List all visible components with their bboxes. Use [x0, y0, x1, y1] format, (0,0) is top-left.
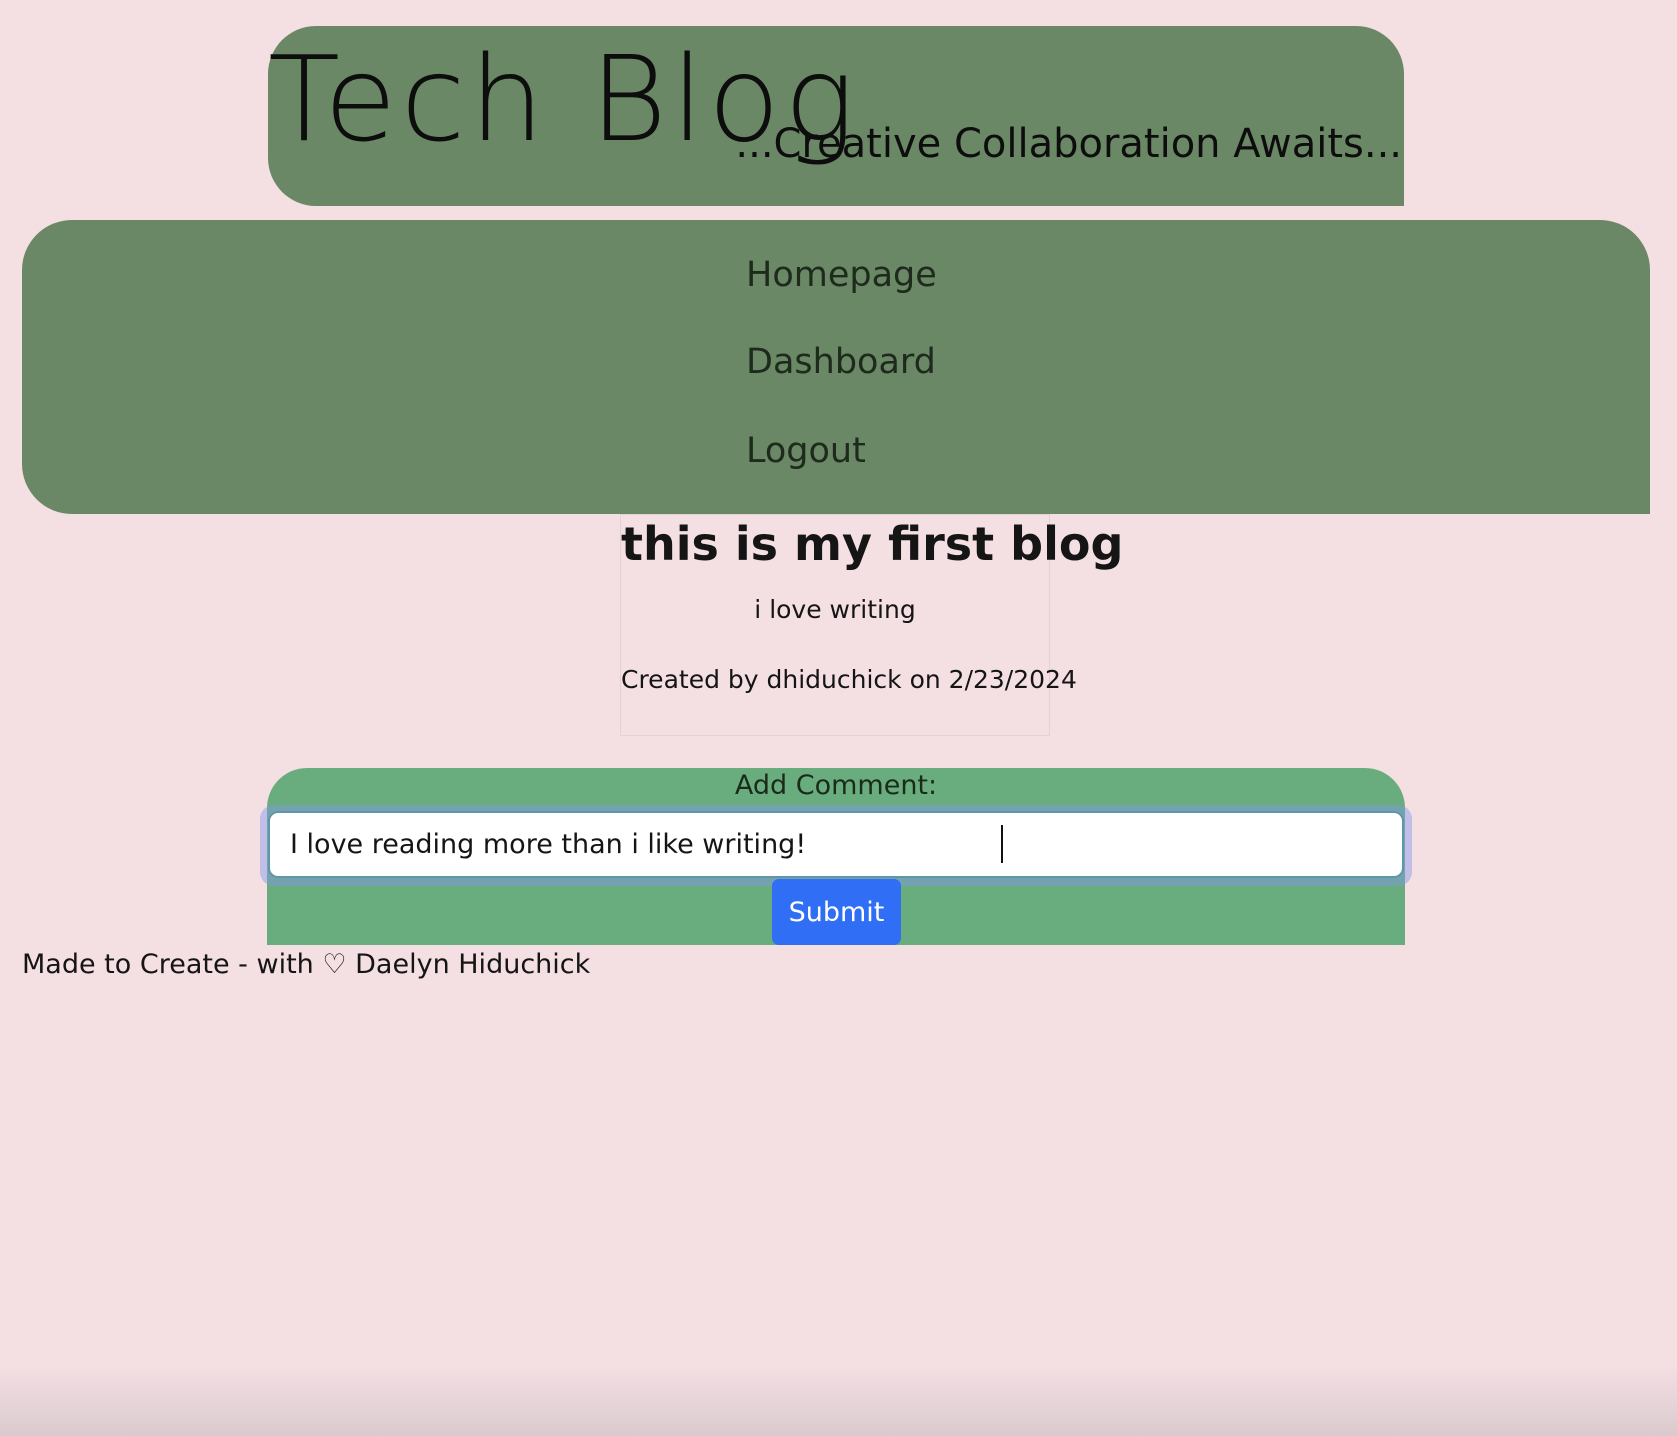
site-tagline: ...Creative Collaboration Awaits... [735, 121, 1402, 167]
post-title: this is my first blog [621, 517, 1124, 571]
comment-input[interactable] [268, 811, 1404, 878]
footer-text: Made to Create - with ♡ Daelyn Hiduchick [22, 949, 591, 980]
comment-label: Add Comment: [734, 770, 938, 801]
text-cursor [1001, 825, 1003, 863]
nav-link-logout[interactable]: Logout [746, 434, 866, 469]
post-meta: Created by dhiduchick on 2/23/2024 [621, 665, 1077, 694]
nav-link-homepage[interactable]: Homepage [746, 258, 937, 293]
blog-post-card: this is my first blog i love writing Cre… [620, 514, 1124, 736]
post-content: i love writing [754, 595, 916, 624]
nav-link-dashboard[interactable]: Dashboard [746, 345, 936, 380]
site-header: Tech Blog ...Creative Collaboration Awai… [268, 26, 1404, 206]
bottom-fade [0, 1366, 1677, 1436]
main-nav: Homepage Dashboard Logout [22, 220, 1650, 514]
submit-button[interactable]: Submit [772, 879, 901, 945]
comment-form: Add Comment: Submit [260, 768, 1412, 945]
